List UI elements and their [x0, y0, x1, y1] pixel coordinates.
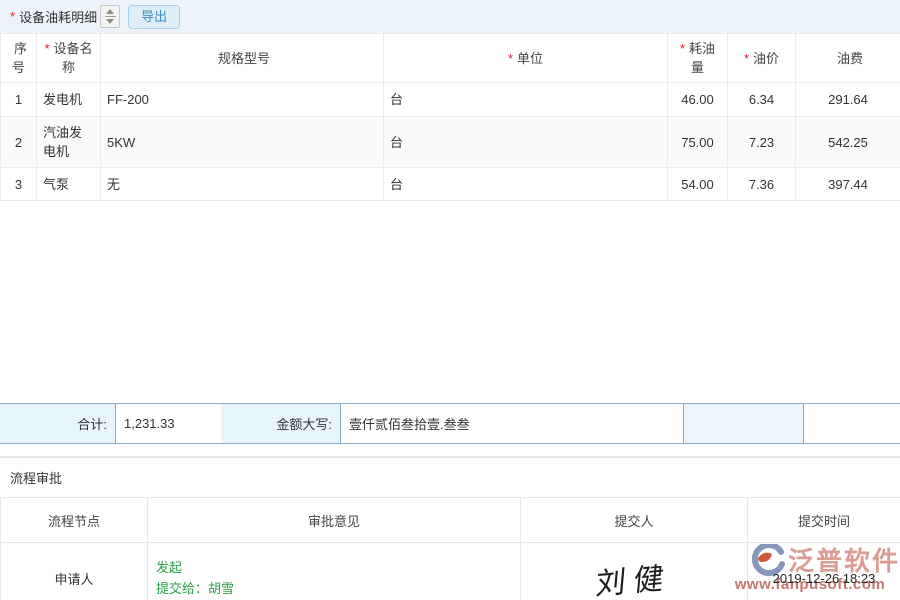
- summary-row: 合计: 1,231.33 金额大写: 壹仟贰佰叁拾壹.叁叁: [0, 403, 900, 444]
- cell-no: 3: [1, 168, 37, 201]
- approval-table: 流程节点 审批意见 提交人 提交时间 申请人 发起 提交给：胡雪 刘健 2019…: [0, 497, 900, 600]
- required-asterisk: *: [10, 9, 15, 24]
- divider: [105, 16, 116, 17]
- col-header-consumption: *耗油量: [668, 34, 728, 83]
- cell-unit: 台: [384, 83, 668, 117]
- table-row: 1 发电机 FF-200 台 46.00 6.34 291.64: [1, 83, 900, 117]
- table-row: 3 气泵 无 台 54.00 7.36 397.44: [1, 168, 900, 201]
- opinion-action: 发起: [156, 557, 512, 578]
- submit-time: 2019-12-26 18:23: [773, 571, 876, 586]
- cell-submit-time: 2019-12-26 18:23: [748, 543, 900, 600]
- approval-header-row: 流程节点 审批意见 提交人 提交时间: [1, 498, 900, 543]
- cell-approval-opinion: 发起 提交给：胡雪: [148, 543, 521, 600]
- col-header-no: 序号: [1, 34, 37, 83]
- toolbar: * 设备油耗明细 导出: [0, 0, 900, 33]
- table-row: 2 汽油发电机 5KW 台 75.00 7.23 542.25: [1, 117, 900, 168]
- cell-consumption: 75.00: [668, 117, 728, 168]
- total-label: 合计:: [0, 404, 115, 443]
- cell-unit: 台: [384, 168, 668, 201]
- col-header-submitter: 提交人: [521, 498, 748, 543]
- section-title: 设备油耗明细: [19, 7, 97, 26]
- col-header-approval-opinion: 审批意见: [148, 498, 521, 543]
- amount-in-words-label: 金额大写:: [221, 404, 340, 443]
- cell-equipment-name: 发电机: [37, 83, 101, 117]
- summary-empty-cell: [683, 404, 803, 443]
- col-header-submit-time: 提交时间: [748, 498, 900, 543]
- amount-in-words-value: 壹仟贰佰叁拾壹.叁叁: [340, 404, 683, 443]
- cell-model: 无: [101, 168, 384, 201]
- cell-process-node: 申请人: [1, 543, 148, 600]
- cell-consumption: 54.00: [668, 168, 728, 201]
- section-divider: [0, 456, 900, 458]
- summary-empty-cell: [803, 404, 900, 443]
- cell-model: 5KW: [101, 117, 384, 168]
- cell-cost: 542.25: [796, 117, 900, 168]
- col-header-model: 规格型号: [101, 34, 384, 83]
- cell-unit: 台: [384, 117, 668, 168]
- fuel-detail-table: 序号 *设备名称 规格型号 *单位 *耗油量 *油价 油费 1 发电机 FF-2…: [0, 33, 900, 201]
- cell-submitter-signature: 刘健: [521, 543, 748, 600]
- cell-price: 7.23: [728, 117, 796, 168]
- col-header-price: *油价: [728, 34, 796, 83]
- total-value: 1,231.33: [115, 404, 221, 443]
- cell-model: FF-200: [101, 83, 384, 117]
- page: * 设备油耗明细 导出 序号 *设备名称 规格型号 *单位 *耗油量 *油价 油…: [0, 0, 900, 600]
- sort-stepper-icon[interactable]: [100, 5, 120, 28]
- cell-equipment-name: 气泵: [37, 168, 101, 201]
- cell-equipment-name: 汽油发电机: [37, 117, 101, 168]
- cell-no: 2: [1, 117, 37, 168]
- cell-price: 7.36: [728, 168, 796, 201]
- cell-cost: 291.64: [796, 83, 900, 117]
- arrow-down-icon[interactable]: [106, 19, 114, 24]
- col-header-cost: 油费: [796, 34, 900, 83]
- cell-cost: 397.44: [796, 168, 900, 201]
- cell-consumption: 46.00: [668, 83, 728, 117]
- approval-row: 申请人 发起 提交给：胡雪 刘健 2019-12-26 18:23: [1, 543, 900, 600]
- col-header-process-node: 流程节点: [1, 498, 148, 543]
- approval-section-title: 流程审批: [10, 462, 62, 496]
- opinion-submit-to: 提交给：胡雪: [156, 578, 512, 599]
- detail-header-row: 序号 *设备名称 规格型号 *单位 *耗油量 *油价 油费: [1, 34, 900, 83]
- cell-no: 1: [1, 83, 37, 117]
- col-header-equipment-name: *设备名称: [37, 34, 101, 83]
- export-button[interactable]: 导出: [128, 5, 180, 29]
- arrow-up-icon[interactable]: [106, 9, 114, 14]
- signature: 刘健: [594, 552, 674, 600]
- cell-price: 6.34: [728, 83, 796, 117]
- col-header-unit: *单位: [384, 34, 668, 83]
